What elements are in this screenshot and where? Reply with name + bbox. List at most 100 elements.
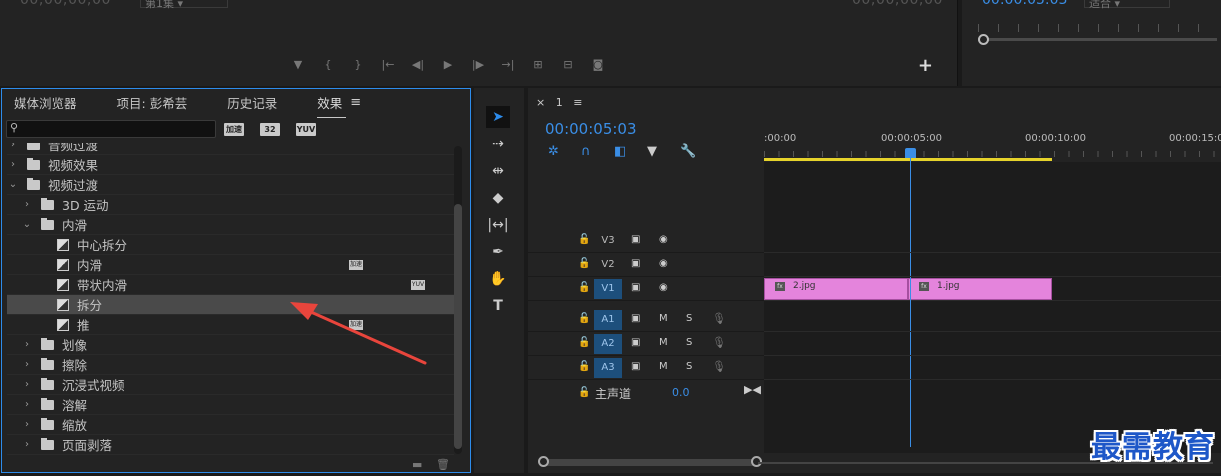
chevron-right-icon[interactable]: › (21, 399, 33, 410)
nest-icon[interactable]: ✲ (548, 144, 581, 159)
eye-icon[interactable]: ◉ (659, 282, 668, 293)
selection-tool-icon[interactable]: ➤ (486, 106, 510, 128)
timeline-timecode[interactable]: 00:00:05:03 (545, 120, 637, 138)
tab-project[interactable]: 项目: 彭希芸 (117, 93, 188, 112)
sync-lock-icon[interactable]: ▣ (631, 258, 640, 269)
sync-lock-icon[interactable]: ▣ (631, 234, 640, 245)
microphone-icon[interactable]: 🎙 (712, 312, 726, 325)
yuv-filter-icon[interactable]: YUV (296, 122, 316, 136)
scroll-thumb[interactable] (454, 204, 462, 449)
marker-icon[interactable]: ▼ (285, 58, 311, 71)
tab-effects[interactable]: 效果 (317, 93, 347, 118)
snap-icon[interactable]: ∩ (581, 144, 614, 159)
solo-button[interactable]: S (686, 313, 692, 324)
program-zoom-track[interactable] (978, 38, 1217, 41)
overwrite-icon[interactable]: ⊟ (555, 58, 581, 71)
pen-tool-icon[interactable]: ✒ (486, 241, 510, 263)
track-target[interactable]: V2 (594, 255, 622, 275)
source-timecode-left[interactable]: 00;00;00;00 (20, 0, 111, 8)
linked-selection-icon[interactable]: ◧ (614, 144, 647, 159)
playhead-handle[interactable] (905, 148, 916, 158)
export-frame-icon[interactable]: ◙ (585, 58, 611, 71)
chevron-right-icon[interactable]: › (21, 379, 33, 390)
step-forward-icon[interactable]: |▶ (465, 58, 491, 71)
sync-lock-icon[interactable]: ▣ (631, 313, 640, 324)
out-point-icon[interactable]: } (345, 58, 371, 71)
lock-icon[interactable]: 🔓 (578, 258, 590, 269)
lock-icon[interactable]: 🔓 (578, 282, 590, 293)
sync-lock-icon[interactable]: ▣ (631, 337, 640, 348)
clip-2jpg[interactable]: fx 2.jpg (764, 278, 908, 300)
panel-menu-icon[interactable]: ≡ (350, 95, 361, 110)
hand-tool-icon[interactable]: ✋ (486, 268, 510, 290)
tree-folder[interactable]: ⌄ 视频过渡 (7, 175, 454, 195)
tree-folder[interactable]: › 溶解 (7, 395, 454, 415)
tree-folder[interactable]: › 缩放 (7, 415, 454, 435)
microphone-icon[interactable]: 🎙 (712, 336, 726, 349)
header-scrollbar[interactable] (540, 459, 758, 466)
microphone-icon[interactable]: 🎙 (712, 360, 726, 373)
lock-icon[interactable]: 🔓 (578, 337, 590, 348)
tree-folder[interactable]: › 页面剥落 (7, 435, 454, 455)
step-back-icon[interactable]: ◀| (405, 58, 431, 71)
fit-dropdown[interactable]: 适合 ▾ (1084, 0, 1170, 10)
chevron-right-icon[interactable]: › (21, 199, 33, 210)
sequence-menu-icon[interactable]: ≡ (573, 96, 582, 109)
effects-scrollbar[interactable] (454, 146, 462, 454)
eye-icon[interactable]: ◉ (659, 258, 668, 269)
insert-icon[interactable]: ⊞ (525, 58, 551, 71)
chevron-down-icon[interactable]: ⌄ (7, 179, 19, 190)
tree-effect[interactable]: 内滑 加速 (7, 255, 454, 275)
chevron-down-icon[interactable]: ⌄ (21, 219, 33, 230)
tree-folder[interactable]: › 视频效果 (7, 155, 454, 175)
mute-button[interactable]: M (659, 361, 668, 372)
slip-tool-icon[interactable]: |↔| (486, 214, 510, 236)
chevron-right-icon[interactable]: › (7, 143, 19, 150)
tab-history[interactable]: 历史记录 (227, 93, 277, 112)
razor-tool-icon[interactable]: ◆ (486, 187, 510, 209)
go-to-out-icon[interactable]: →| (495, 58, 521, 71)
chevron-right-icon[interactable]: › (7, 159, 19, 170)
source-clip-dropdown[interactable]: 第1集 ▾ (140, 0, 228, 10)
go-to-end-icon[interactable]: ▶◀ (744, 383, 761, 396)
program-zoom-knob[interactable] (978, 34, 989, 45)
clip-1jpg[interactable]: fx 1.jpg (908, 278, 1052, 300)
ripple-edit-tool-icon[interactable]: ⇹ (486, 160, 510, 182)
track-target[interactable]: V3 (594, 231, 622, 251)
lock-icon[interactable]: 🔓 (578, 361, 590, 372)
work-area-bar[interactable] (764, 158, 1052, 161)
32bit-filter-icon[interactable]: 32 (260, 122, 280, 136)
sync-lock-icon[interactable]: ▣ (631, 282, 640, 293)
mute-button[interactable]: M (659, 313, 668, 324)
solo-button[interactable]: S (686, 337, 692, 348)
sync-lock-icon[interactable]: ▣ (631, 361, 640, 372)
track-target[interactable]: V1 (594, 279, 622, 299)
button-editor-add[interactable]: + (918, 55, 933, 76)
tree-folder[interactable]: › 音频过渡 (7, 143, 454, 155)
track-target[interactable]: A2 (594, 334, 622, 354)
close-icon[interactable]: × (536, 96, 545, 109)
tab-media-browser[interactable]: 媒体浏览器 (14, 93, 77, 112)
lock-icon[interactable]: 🔓 (578, 313, 590, 324)
track-target[interactable]: A1 (594, 310, 622, 330)
scroll-knob-left[interactable] (538, 456, 549, 467)
tree-folder[interactable]: › 沉浸式视频 (7, 375, 454, 395)
tree-effect[interactable]: 中心拆分 (7, 235, 454, 255)
tree-folder[interactable]: ⌄ 内滑 (7, 215, 454, 235)
settings-wrench-icon[interactable]: 🔧 (680, 144, 713, 159)
delete-icon[interactable]: 🗑 (436, 458, 450, 471)
add-marker-icon[interactable]: ▼ (647, 144, 680, 159)
chevron-right-icon[interactable]: › (21, 339, 33, 350)
new-folder-icon[interactable]: ▬ (412, 458, 426, 471)
chevron-right-icon[interactable]: › (21, 359, 33, 370)
program-timecode[interactable]: 00:00:05:03 (982, 0, 1067, 8)
tree-folder[interactable]: › 3D 运动 (7, 195, 454, 215)
lock-icon[interactable]: 🔓 (578, 387, 590, 398)
in-point-icon[interactable]: { (315, 58, 341, 71)
chevron-right-icon[interactable]: › (21, 439, 33, 450)
accelerated-filter-icon[interactable]: 加速 (224, 122, 244, 136)
track-select-tool-icon[interactable]: ⇢ (486, 133, 510, 155)
sequence-tab[interactable]: × 1 ≡ (536, 96, 582, 109)
solo-button[interactable]: S (686, 361, 692, 372)
play-icon[interactable]: ▶ (435, 58, 461, 71)
